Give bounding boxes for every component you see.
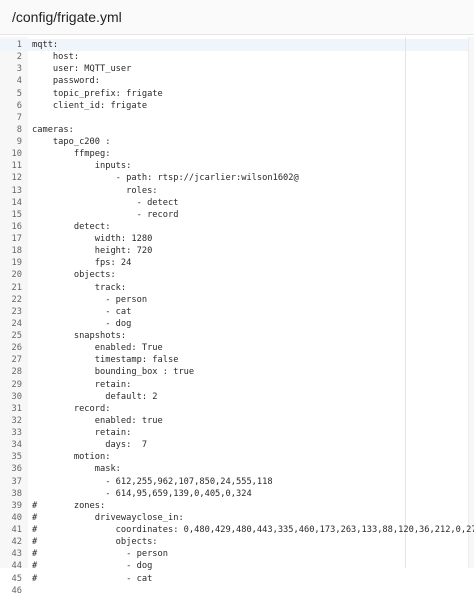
line-text: - dog xyxy=(32,318,132,329)
line-number: 31 xyxy=(11,403,22,414)
line-text: host: xyxy=(32,52,85,63)
line-text: - 614,95,659,139,0,405,0,324 xyxy=(32,488,252,499)
line-text: - person xyxy=(32,294,148,305)
line-text: password: xyxy=(32,76,106,87)
line-text: mqtt: xyxy=(32,40,59,50)
line-text: snapshots: xyxy=(32,331,127,341)
line-number: 14 xyxy=(11,197,22,208)
line-text: topic_prefix: frigate xyxy=(32,88,163,99)
line-number: 2 xyxy=(16,52,22,63)
line-text: # drivewayclose_in: xyxy=(32,512,184,523)
line-number: 33 xyxy=(11,428,22,438)
line-text: record: xyxy=(32,403,111,414)
line-number: 17 xyxy=(11,234,22,244)
line-number: 35 xyxy=(11,452,22,463)
line-text: tapo_c200 : xyxy=(32,137,111,147)
line-number: 37 xyxy=(11,476,22,487)
line-number: 42 xyxy=(11,537,22,548)
line-number: 45 xyxy=(11,573,22,584)
line-number: 4 xyxy=(16,76,22,87)
line-text: roles: xyxy=(32,185,158,196)
line-text: retain: xyxy=(32,428,132,438)
line-text: # - cat xyxy=(32,573,153,584)
line-text: # - person xyxy=(32,549,168,560)
line-text: - 612,255,962,107,850,24,555,118 xyxy=(32,476,273,487)
line-text: # zones: xyxy=(32,500,106,511)
line-number: 36 xyxy=(11,464,22,475)
line-number: 21 xyxy=(11,282,22,293)
line-text: height: 720 xyxy=(32,246,153,257)
line-text: timestamp: false xyxy=(32,355,179,366)
line-text: user: MQTT_user xyxy=(32,64,132,75)
line-text: # coordinates: 0,480,429,480,443,335,460… xyxy=(32,525,474,535)
line-text: # objects: xyxy=(32,537,158,548)
scrollbar-track[interactable] xyxy=(468,37,474,568)
line-text: track: xyxy=(32,282,127,293)
line-number: 27 xyxy=(11,355,22,366)
line-number: 28 xyxy=(11,367,22,378)
title-bar: /config/frigate.yml xyxy=(0,0,474,35)
line-text: objects: xyxy=(32,270,116,281)
line-number: 22 xyxy=(11,294,22,305)
line-text: motion: xyxy=(32,452,111,463)
line-number: 15 xyxy=(11,209,22,220)
line-text: enabled: True xyxy=(32,343,163,354)
line-text: # - dog xyxy=(32,561,153,572)
line-number: 43 xyxy=(11,549,22,560)
line-text: - detect xyxy=(32,197,179,208)
line-number: 12 xyxy=(11,173,22,184)
line-number: 8 xyxy=(16,124,22,135)
line-text: client_id: frigate xyxy=(32,100,148,111)
line-number: 32 xyxy=(11,415,22,426)
line-number: 3 xyxy=(16,64,22,75)
line-text: fps: 24 xyxy=(32,258,132,269)
print-margin xyxy=(405,37,406,568)
line-number: 24 xyxy=(11,318,22,329)
line-number: 1 xyxy=(16,40,22,50)
line-text: - cat xyxy=(32,306,132,317)
line-text: ffmpeg: xyxy=(32,149,111,160)
line-number: 10 xyxy=(11,149,22,160)
line-number: 26 xyxy=(11,343,22,354)
line-text: bounding_box : true xyxy=(32,367,195,378)
line-number: 44 xyxy=(11,561,22,572)
line-number: 23 xyxy=(11,306,22,317)
file-path-title: /config/frigate.yml xyxy=(12,9,122,25)
line-number: 6 xyxy=(16,100,22,111)
active-line-highlight xyxy=(0,39,474,51)
line-number: 40 xyxy=(11,512,22,523)
line-text: days: 7 xyxy=(32,440,148,451)
line-text: default: 2 xyxy=(32,391,158,402)
line-text: width: 1280 xyxy=(32,234,153,244)
line-text: inputs: xyxy=(32,161,132,172)
line-number: 9 xyxy=(16,137,22,147)
line-text: cameras: xyxy=(32,124,74,135)
line-text: - record xyxy=(32,209,179,220)
line-number: 13 xyxy=(11,185,22,196)
line-text: retain: xyxy=(32,379,132,390)
line-number: 20 xyxy=(11,270,22,281)
line-number: 5 xyxy=(16,88,22,99)
line-number: 29 xyxy=(11,379,22,390)
line-number: 11 xyxy=(11,161,22,172)
line-text: enabled: true xyxy=(32,415,163,426)
line-number: 25 xyxy=(11,331,22,341)
line-number: 41 xyxy=(11,525,22,535)
line-text: - path: rtsp://jcarlier:wilson1602@ xyxy=(32,173,299,184)
line-number: 18 xyxy=(11,246,22,257)
line-number: 46 xyxy=(11,585,22,596)
code-editor[interactable]: 1 mqtt: 2 host: 3 user: MQTT_user 4 passwor… xyxy=(0,37,474,596)
line-number: 39 xyxy=(11,500,22,511)
line-number: 16 xyxy=(11,221,22,232)
line-number: 19 xyxy=(11,258,22,269)
line-number: 7 xyxy=(16,112,22,123)
line-number: 34 xyxy=(11,440,22,451)
line-text: mask: xyxy=(32,464,121,475)
line-number: 38 xyxy=(11,488,22,499)
line-number: 30 xyxy=(11,391,22,402)
line-text: detect: xyxy=(32,221,111,232)
